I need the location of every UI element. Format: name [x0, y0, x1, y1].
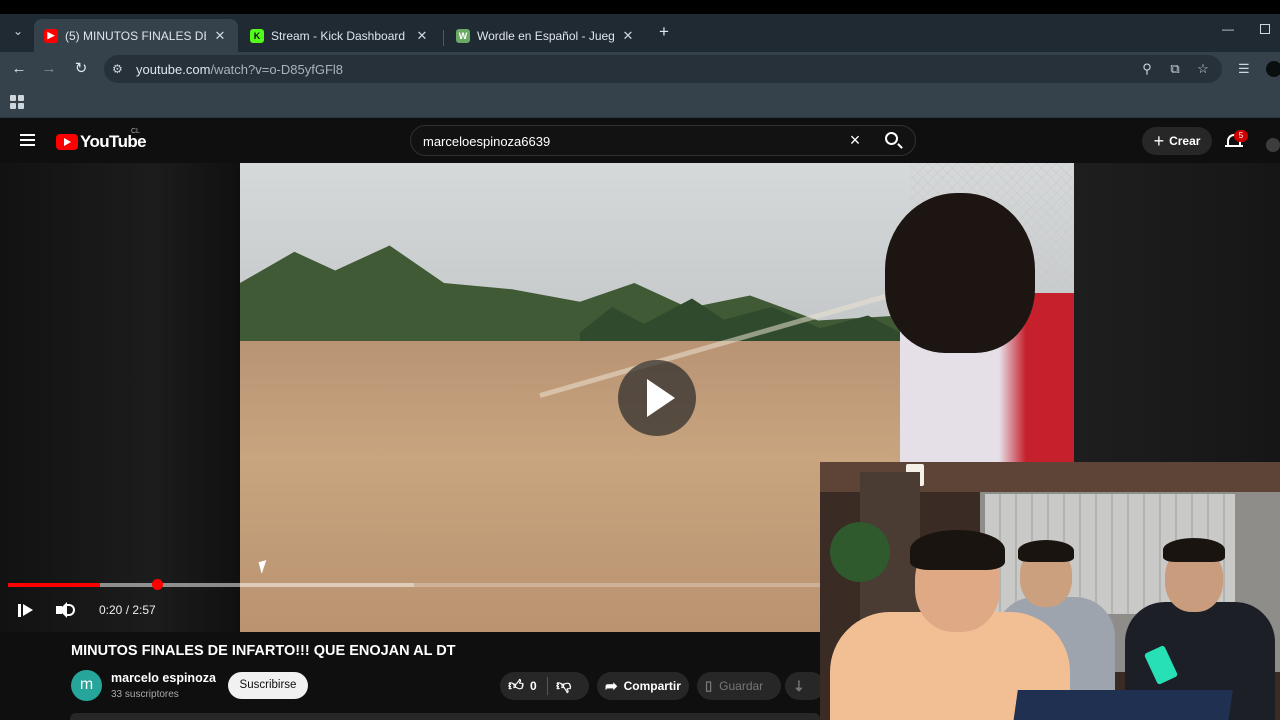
- like-thumb-icon[interactable]: 👍︎: [508, 678, 524, 694]
- country-code: CL: [131, 128, 140, 135]
- time-display: 0:20 / 2:57: [99, 603, 156, 617]
- close-tab-icon[interactable]: ✕: [414, 28, 430, 44]
- save-bookmark-icon: ▯: [705, 678, 713, 693]
- tab-separator: [443, 30, 444, 46]
- laptop: [1012, 690, 1233, 720]
- download-button[interactable]: ⇣: [785, 672, 825, 700]
- save-button[interactable]: ▯ Guardar: [697, 672, 781, 700]
- new-tab-plus-icon[interactable]: +: [654, 22, 674, 42]
- youtube-play-logo-icon: [56, 134, 78, 150]
- youtube-header: YouTube CL marceloespinoza6639 × + Crear: [0, 119, 1280, 163]
- kick-favicon-icon: K: [250, 28, 264, 43]
- like-dislike-group: 👍︎ 0 👎︎: [500, 672, 589, 700]
- dislike-thumb-icon[interactable]: 👎︎: [556, 678, 572, 694]
- reading-list-icon[interactable]: ☰: [1238, 61, 1254, 77]
- like-divider: [546, 677, 548, 695]
- webcam-overlay: [820, 462, 1280, 720]
- plant: [830, 522, 890, 582]
- channel-avatar[interactable]: m: [71, 670, 102, 701]
- tab-title: Wordle en Español - Juega Wordle: [477, 28, 614, 43]
- plus-icon: +: [1153, 130, 1165, 151]
- notifications-badge: 5: [1234, 130, 1248, 142]
- menu-hamburger-icon[interactable]: [20, 134, 35, 146]
- bookmark-star-icon[interactable]: ☆: [1195, 61, 1211, 77]
- profile-avatar-icon[interactable]: [1266, 61, 1280, 77]
- tab-search-chevron-icon[interactable]: ⌄: [8, 24, 28, 42]
- tab-kick[interactable]: K Stream - Kick Dashboard ✕: [240, 19, 440, 52]
- address-bar[interactable]: ⚙ youtube.com/watch?v=o-D85yfGFl8 ⚲ ⧉ ☆: [104, 55, 1222, 83]
- tab-title: Stream - Kick Dashboard: [271, 28, 406, 43]
- share-label: Compartir: [623, 679, 681, 693]
- center-play-button[interactable]: [618, 360, 696, 436]
- apps-grid-icon[interactable]: [10, 95, 24, 109]
- subscribe-button[interactable]: Suscribirse: [228, 672, 308, 699]
- browser-toolbar: ← → ↻ ⚙ youtube.com/watch?v=o-D85yfGFl8 …: [0, 52, 1280, 86]
- create-label: Crear: [1169, 134, 1201, 148]
- tab-title: (5) MINUTOS FINALES DE INFARTO!!! QUE EN…: [65, 28, 206, 43]
- url-path: /watch?v=o-D85yfGFl8: [210, 62, 344, 77]
- site-settings-icon[interactable]: ⚙: [112, 62, 126, 76]
- progress-bar[interactable]: [8, 583, 820, 587]
- create-button[interactable]: + Crear: [1142, 127, 1212, 155]
- browser-tab-bar: ⌄ ▶ (5) MINUTOS FINALES DE INFARTO!!! QU…: [0, 14, 1280, 52]
- minimize-window-icon[interactable]: —: [1222, 22, 1234, 36]
- like-count[interactable]: 0: [530, 679, 537, 693]
- clear-search-icon[interactable]: ×: [845, 130, 865, 150]
- youtube-favicon-icon: ▶: [44, 28, 58, 43]
- search-box[interactable]: marceloespinoza6639 ×: [410, 125, 916, 156]
- volume-speaker-icon[interactable]: [56, 601, 76, 619]
- bookmarks-bar: [0, 86, 1280, 118]
- subscriber-count: 33 suscriptores: [111, 689, 179, 700]
- back-arrow-icon[interactable]: ←: [9, 59, 29, 79]
- youtube-wordmark: YouTube: [80, 132, 147, 151]
- url-host: youtube.com: [136, 62, 211, 77]
- channel-name[interactable]: marcelo espinoza: [111, 671, 216, 685]
- description-box[interactable]: [70, 713, 820, 720]
- search-input[interactable]: marceloespinoza6639: [423, 134, 550, 149]
- close-tab-icon[interactable]: ✕: [212, 28, 228, 44]
- video-spectator: [880, 163, 1074, 473]
- download-arrow-icon: ⇣: [793, 677, 805, 694]
- search-icon: [885, 132, 898, 145]
- share-arrow-icon: ➦: [605, 678, 618, 695]
- install-app-icon[interactable]: ⧉: [1167, 61, 1183, 77]
- forward-arrow-icon[interactable]: →: [39, 59, 59, 79]
- search-button[interactable]: [877, 129, 909, 153]
- play-pause-button[interactable]: [18, 603, 34, 619]
- wordle-favicon-icon: W: [456, 28, 470, 43]
- close-tab-icon[interactable]: ✕: [620, 28, 636, 44]
- tab-youtube[interactable]: ▶ (5) MINUTOS FINALES DE INFARTO!!! QUE …: [34, 19, 238, 52]
- share-button[interactable]: ➦ Compartir: [597, 672, 689, 700]
- player-side-panel: [1074, 163, 1280, 463]
- video-title: MINUTOS FINALES DE INFARTO!!! QUE ENOJAN…: [71, 643, 456, 659]
- tab-wordle[interactable]: W Wordle en Español - Juega Wordle ✕: [446, 19, 646, 52]
- progress-scrubber-handle[interactable]: [152, 579, 163, 590]
- restore-window-icon[interactable]: [1260, 24, 1270, 34]
- progress-played: [8, 583, 100, 587]
- url-text[interactable]: youtube.com/watch?v=o-D85yfGFl8: [136, 62, 343, 77]
- account-avatar[interactable]: [1266, 138, 1280, 152]
- window-top-strip: [0, 0, 1280, 14]
- zoom-magnifier-icon[interactable]: ⚲: [1139, 61, 1155, 77]
- youtube-logo[interactable]: YouTube: [56, 132, 147, 152]
- save-label: Guardar: [719, 679, 764, 693]
- reload-icon[interactable]: ↻: [71, 59, 91, 79]
